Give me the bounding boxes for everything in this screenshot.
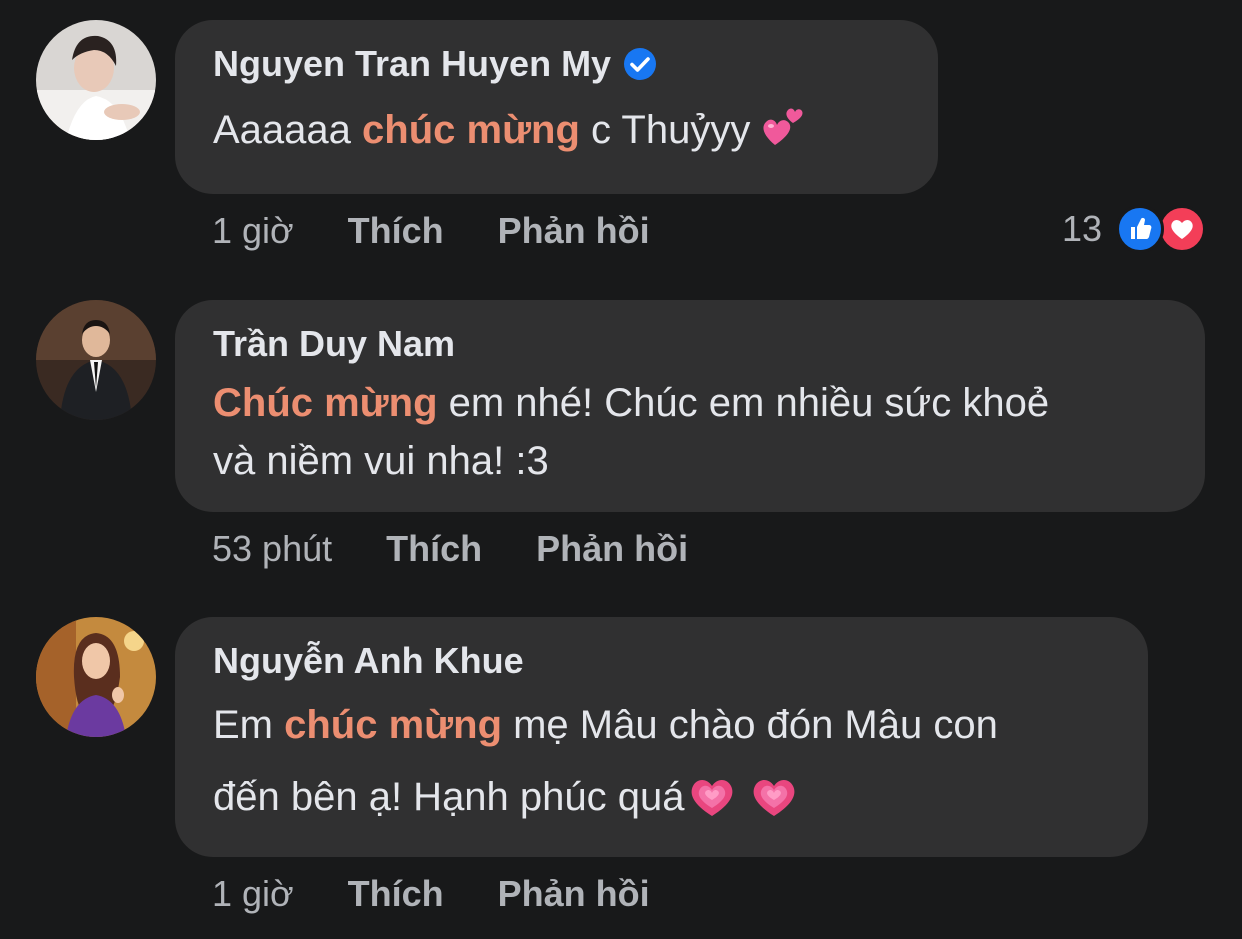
- highlighted-keyword: Chúc mừng: [213, 381, 438, 425]
- author-name-text[interactable]: Nguyen Tran Huyen My: [213, 42, 611, 86]
- comment-bubble: Nguyễn Anh Khue Em chúc mừng mẹ Mâu chào…: [175, 617, 1148, 857]
- comment-text: Aaaaaa chúc mừng c Thuỷyy: [213, 100, 900, 160]
- like-reaction-icon: [1116, 205, 1164, 253]
- comment-text-part: em nhé! Chúc em nhiều sức khoẻ: [437, 381, 1050, 425]
- avatar[interactable]: [36, 20, 156, 140]
- like-button[interactable]: Thích: [348, 209, 444, 253]
- avatar[interactable]: [36, 300, 156, 420]
- comment-bubble: Trần Duy Nam Chúc mừng em nhé! Chúc em n…: [175, 300, 1205, 512]
- reply-button[interactable]: Phản hồi: [498, 209, 650, 253]
- author-name[interactable]: Nguyen Tran Huyen My: [213, 42, 900, 86]
- comment-text-part: Aaaaaa: [213, 108, 363, 152]
- comment-text: Em chúc mừng mẹ Mâu chào đón Mâu con đến…: [213, 689, 1110, 833]
- author-name-text[interactable]: Nguyễn Anh Khue: [213, 639, 524, 683]
- timestamp[interactable]: 1 giờ: [212, 872, 294, 916]
- reaction-count[interactable]: 13: [1062, 208, 1102, 250]
- comment-line: đến bên ạ! Hạnh phúc quá: [213, 761, 1110, 833]
- comment-meta: 53 phút Thích Phản hồi: [212, 527, 742, 571]
- timestamp[interactable]: 53 phút: [212, 527, 332, 571]
- comment-text-part: mẹ Mâu chào đón Mâu con: [502, 703, 998, 747]
- highlighted-keyword: chúc mừng: [362, 108, 580, 152]
- growing-heart-emoji-icon: [747, 768, 801, 822]
- comment-text-part: c Thuỷyy: [579, 108, 762, 152]
- comment-meta: 1 giờ Thích Phản hồi: [212, 872, 704, 916]
- like-button[interactable]: Thích: [348, 872, 444, 916]
- comment-line: và niềm vui nha! :3: [213, 439, 549, 483]
- growing-heart-emoji-icon: [685, 768, 739, 822]
- comment-text: Chúc mừng em nhé! Chúc em nhiều sức khoẻ…: [213, 374, 1167, 490]
- reply-button[interactable]: Phản hồi: [536, 527, 688, 571]
- comment-line: Em chúc mừng mẹ Mâu chào đón Mâu con: [213, 689, 1110, 761]
- two-hearts-emoji-icon: [761, 105, 805, 149]
- love-reaction-icon: [1158, 205, 1206, 253]
- verified-badge-icon: [623, 47, 657, 81]
- comment-text-part: Em: [213, 703, 285, 747]
- avatar[interactable]: [36, 617, 156, 737]
- author-name-text[interactable]: Trần Duy Nam: [213, 322, 455, 366]
- highlighted-keyword: chúc mừng: [284, 703, 502, 747]
- author-name[interactable]: Trần Duy Nam: [213, 322, 1167, 366]
- reply-button[interactable]: Phản hồi: [498, 872, 650, 916]
- author-name[interactable]: Nguyễn Anh Khue: [213, 639, 1110, 683]
- comment-meta: 1 giờ Thích Phản hồi: [212, 209, 704, 253]
- reactions-summary[interactable]: 13: [1062, 205, 1206, 253]
- comment-text-part: đến bên ạ! Hạnh phúc quá: [213, 775, 685, 819]
- timestamp[interactable]: 1 giờ: [212, 209, 294, 253]
- comment-bubble: Nguyen Tran Huyen My Aaaaaa chúc mừng c …: [175, 20, 938, 194]
- like-button[interactable]: Thích: [386, 527, 482, 571]
- comment-line: Chúc mừng em nhé! Chúc em nhiều sức khoẻ: [213, 374, 1167, 432]
